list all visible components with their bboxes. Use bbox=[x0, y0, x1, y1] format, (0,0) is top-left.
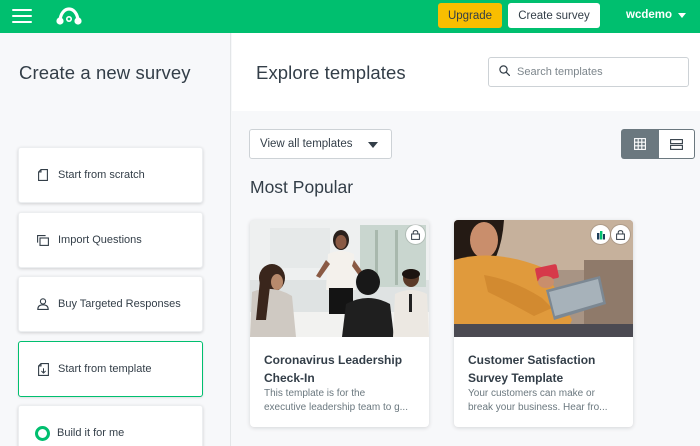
customer-photo bbox=[454, 220, 633, 337]
list-icon bbox=[670, 138, 683, 150]
logo-icon[interactable] bbox=[56, 5, 82, 27]
build-it-for-me-option[interactable]: Build it for me bbox=[18, 405, 203, 446]
dropdown-label: View all templates bbox=[260, 138, 353, 150]
ring-icon bbox=[35, 425, 50, 441]
buy-targeted-responses-option[interactable]: Buy Targeted Responses bbox=[18, 276, 203, 332]
panel-title: Create a new survey bbox=[19, 62, 191, 83]
template-filter-dropdown[interactable]: View all templates bbox=[249, 129, 392, 159]
option-label: Start from scratch bbox=[58, 169, 145, 181]
start-from-scratch-option[interactable]: Start from scratch bbox=[18, 147, 203, 203]
search-input[interactable] bbox=[517, 66, 667, 78]
card-title: Customer Satisfaction Survey Template bbox=[468, 353, 596, 385]
template-icon bbox=[37, 362, 49, 376]
grid-view-button[interactable] bbox=[621, 129, 658, 159]
grid-icon bbox=[633, 138, 646, 150]
username-label: wcdemo bbox=[626, 9, 673, 21]
create-survey-panel: Create a new survey Start from scratch I… bbox=[0, 33, 231, 446]
user-menu[interactable]: wcdemo bbox=[626, 9, 687, 21]
upgrade-button[interactable]: Upgrade bbox=[438, 3, 502, 28]
template-card[interactable]: Coronavirus Leadership Check-In This tem… bbox=[250, 220, 429, 427]
create-survey-button[interactable]: Create survey bbox=[508, 3, 600, 28]
card-description: Your customers can make or break your bu… bbox=[468, 388, 608, 413]
top-bar: Upgrade Create survey wcdemo bbox=[0, 0, 700, 33]
templates-area: View all templates Most Popular Coronavi… bbox=[232, 111, 700, 446]
page-title: Explore templates bbox=[256, 62, 406, 83]
option-label: Import Questions bbox=[58, 234, 142, 246]
chevron-down-icon bbox=[678, 12, 687, 18]
template-card[interactable]: Customer Satisfaction Survey Template Yo… bbox=[454, 220, 633, 427]
card-title: Coronavirus Leadership Check-In bbox=[264, 353, 403, 385]
menu-icon[interactable] bbox=[12, 6, 32, 26]
meeting-photo bbox=[250, 220, 429, 337]
lock-icon bbox=[611, 225, 630, 244]
templates-header: Explore templates bbox=[232, 33, 700, 111]
chevron-down-icon bbox=[368, 142, 378, 148]
list-view-button[interactable] bbox=[658, 129, 695, 159]
start-from-template-option[interactable]: Start from template bbox=[18, 341, 203, 397]
import-questions-option[interactable]: Import Questions bbox=[18, 212, 203, 268]
search-icon bbox=[499, 63, 511, 81]
option-label: Build it for me bbox=[57, 427, 125, 439]
lock-icon bbox=[406, 225, 425, 244]
search-box[interactable] bbox=[488, 57, 689, 87]
chart-icon bbox=[591, 225, 610, 244]
copy-icon bbox=[37, 233, 49, 247]
document-icon bbox=[37, 168, 49, 182]
option-label: Start from template bbox=[58, 363, 152, 375]
person-icon bbox=[37, 297, 49, 311]
option-label: Buy Targeted Responses bbox=[58, 298, 181, 310]
section-title: Most Popular bbox=[250, 177, 354, 197]
card-description: This template is for the executive leade… bbox=[264, 388, 408, 413]
